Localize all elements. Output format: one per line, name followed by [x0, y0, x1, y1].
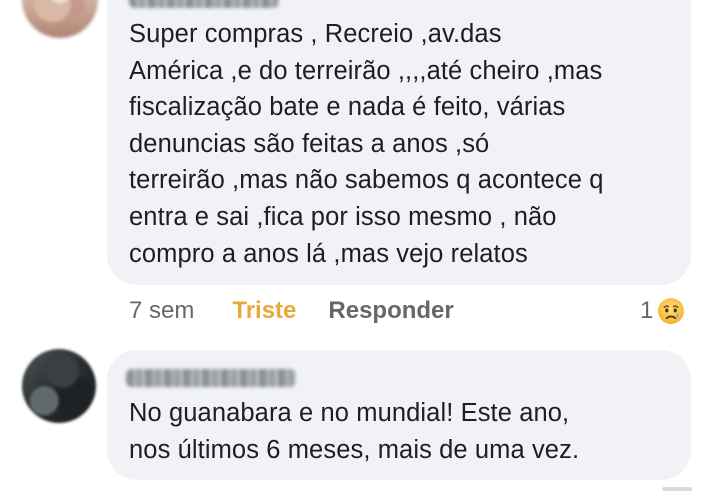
- reaction-summary[interactable]: 1: [640, 294, 685, 328]
- reply-button[interactable]: Responder: [328, 297, 453, 325]
- author-name-blurred[interactable]: [126, 369, 296, 387]
- reaction-button[interactable]: Triste: [232, 297, 296, 325]
- author-avatar-pixelated[interactable]: [22, 349, 96, 423]
- comment-text: No guanabara e no mundial! Este ano, nos…: [129, 399, 580, 464]
- comment-actions: 7 sem Triste Responder: [129, 294, 454, 328]
- comment-thread: Super compras , Recreio ,av.das América …: [0, 0, 713, 491]
- bubble-edge-shadow: [662, 487, 692, 491]
- sad-emoji-icon: [658, 298, 685, 324]
- author-name-blurred[interactable]: [129, 0, 279, 8]
- comment-text: Super compras , Recreio ,av.das América …: [129, 20, 604, 268]
- comment-timestamp[interactable]: 7 sem: [129, 297, 194, 325]
- reaction-count: 1: [640, 297, 654, 324]
- author-avatar-pixelated[interactable]: [22, 0, 98, 38]
